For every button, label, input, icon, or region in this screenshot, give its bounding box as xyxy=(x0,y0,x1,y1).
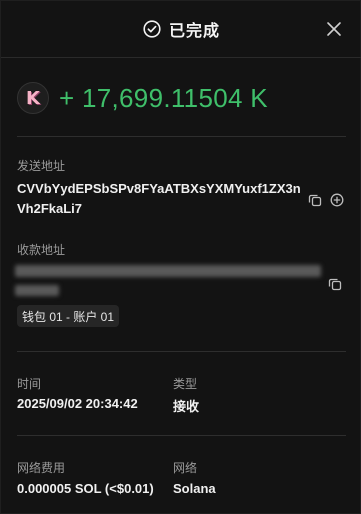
page-title: 已完成 xyxy=(168,23,220,40)
fee-value: 0.000005 SOL (<$0.01) xyxy=(17,481,154,496)
add-sender-button[interactable] xyxy=(330,193,344,207)
divider xyxy=(17,435,346,436)
network-label: 网络 xyxy=(173,461,198,475)
sender-label: 发送地址 xyxy=(17,159,66,173)
check-circle-icon xyxy=(143,20,161,38)
network-value: Solana xyxy=(173,481,216,496)
header-status: 已完成 xyxy=(143,17,220,41)
copy-receiver-button[interactable] xyxy=(328,277,342,291)
transaction-detail-panel: 已完成 K + 17,699.11504 K 发送地址 CVVbYydEPSbS… xyxy=(0,0,361,514)
type-value: 接收 xyxy=(173,399,200,414)
close-button[interactable] xyxy=(326,21,342,37)
sender-address[interactable]: CVVbYydEPSbSPv8FYaATBXsYXMYuxf1ZX3nVh2Fk… xyxy=(17,179,301,219)
receiver-address-redacted-line2 xyxy=(15,285,59,296)
receiver-label: 收款地址 xyxy=(17,243,66,257)
header: 已完成 xyxy=(1,1,361,58)
close-icon xyxy=(327,22,341,36)
time-value: 2025/09/02 20:34:42 xyxy=(17,396,138,411)
add-circle-icon xyxy=(330,193,344,207)
fee-label: 网络费用 xyxy=(17,461,66,475)
receiver-address-redacted xyxy=(15,265,321,277)
divider xyxy=(17,351,346,352)
amount-value: + 17,699.11504 K xyxy=(59,82,268,113)
amount-row: K + 17,699.11504 K xyxy=(17,81,268,115)
copy-icon xyxy=(328,278,342,291)
token-k-logo-icon: K xyxy=(17,82,49,114)
wallet-tag: 钱包 01 - 账户 01 xyxy=(17,305,120,327)
copy-icon xyxy=(308,194,322,207)
copy-sender-button[interactable] xyxy=(308,193,322,207)
type-label: 类型 xyxy=(173,377,198,391)
time-label: 时间 xyxy=(17,377,42,391)
divider xyxy=(17,136,346,137)
